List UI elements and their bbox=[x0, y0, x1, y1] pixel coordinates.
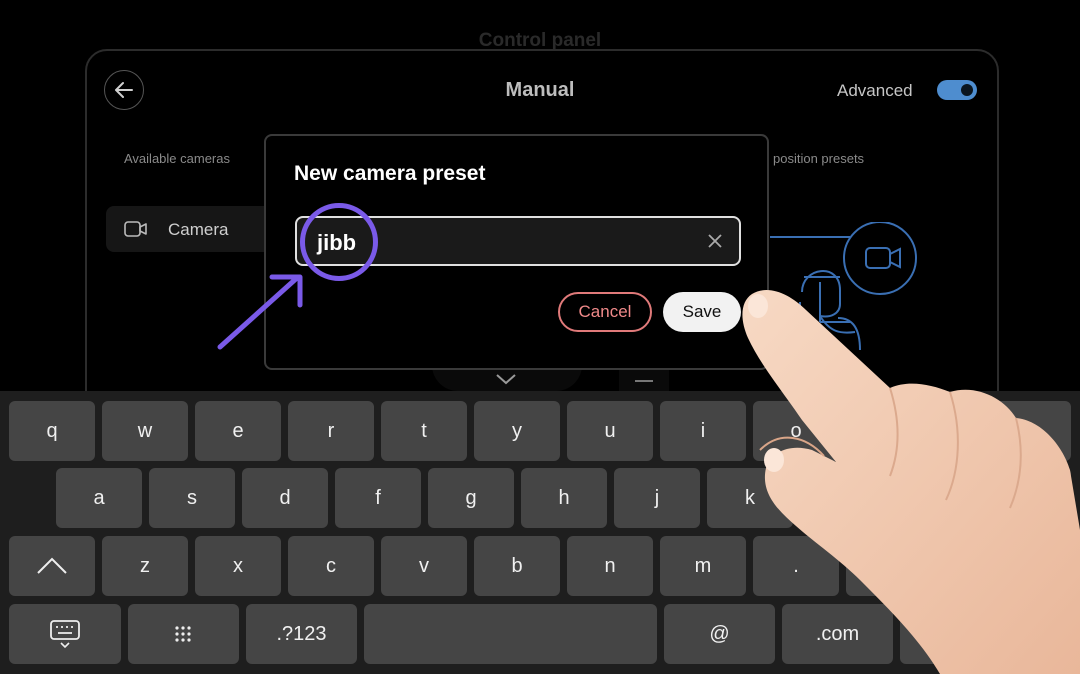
key-c[interactable]: c bbox=[288, 536, 374, 596]
key-s[interactable]: s bbox=[149, 468, 235, 528]
key-q[interactable]: q bbox=[9, 401, 95, 461]
key-r[interactable]: r bbox=[288, 401, 374, 461]
minus-icon bbox=[635, 380, 653, 382]
key-h[interactable]: h bbox=[521, 468, 607, 528]
key-dictation[interactable] bbox=[128, 604, 239, 664]
key-e[interactable]: e bbox=[195, 401, 281, 461]
key-x[interactable]: x bbox=[195, 536, 281, 596]
key-g[interactable]: g bbox=[428, 468, 514, 528]
key-w[interactable]: w bbox=[102, 401, 188, 461]
key-numbers[interactable]: .?123 bbox=[246, 604, 357, 664]
key-a[interactable]: a bbox=[56, 468, 142, 528]
clear-icon[interactable] bbox=[707, 233, 723, 249]
keyboard-icon bbox=[50, 620, 80, 649]
save-button[interactable]: Save bbox=[663, 292, 741, 332]
key-space[interactable] bbox=[364, 604, 657, 664]
tapping-hand-illustration bbox=[742, 289, 1080, 674]
camera-icon bbox=[124, 221, 147, 237]
key-f[interactable]: f bbox=[335, 468, 421, 528]
key-d[interactable]: d bbox=[242, 468, 328, 528]
presets-label: position presets bbox=[773, 151, 865, 166]
highlight-circle bbox=[300, 203, 378, 281]
advanced-label: Advanced bbox=[837, 81, 913, 100]
chevron-down-icon bbox=[496, 374, 516, 385]
minimize-tab[interactable] bbox=[619, 370, 669, 392]
key-shift[interactable] bbox=[9, 536, 95, 596]
pointer-arrow-icon bbox=[217, 274, 303, 350]
dots-grid-icon bbox=[175, 626, 191, 642]
key-y[interactable]: y bbox=[474, 401, 560, 461]
dialog-title: New camera preset bbox=[294, 162, 486, 185]
cancel-button[interactable]: Cancel bbox=[558, 292, 652, 332]
advanced-toggle[interactable] bbox=[937, 80, 977, 100]
shift-icon bbox=[37, 557, 67, 574]
key-v[interactable]: v bbox=[381, 536, 467, 596]
camera-item-label: Camera bbox=[168, 220, 229, 239]
page-title: Manual bbox=[505, 79, 575, 101]
camera-list-item[interactable]: Camera bbox=[106, 206, 276, 252]
key-t[interactable]: t bbox=[381, 401, 467, 461]
key-z[interactable]: z bbox=[102, 536, 188, 596]
available-cameras-label: Available cameras bbox=[124, 151, 230, 166]
key-b[interactable]: b bbox=[474, 536, 560, 596]
key-m[interactable]: m bbox=[660, 536, 746, 596]
key-n[interactable]: n bbox=[567, 536, 653, 596]
key-j[interactable]: j bbox=[614, 468, 700, 528]
key-i[interactable]: i bbox=[660, 401, 746, 461]
key-u[interactable]: u bbox=[567, 401, 653, 461]
key-hide-keyboard[interactable] bbox=[9, 604, 121, 664]
